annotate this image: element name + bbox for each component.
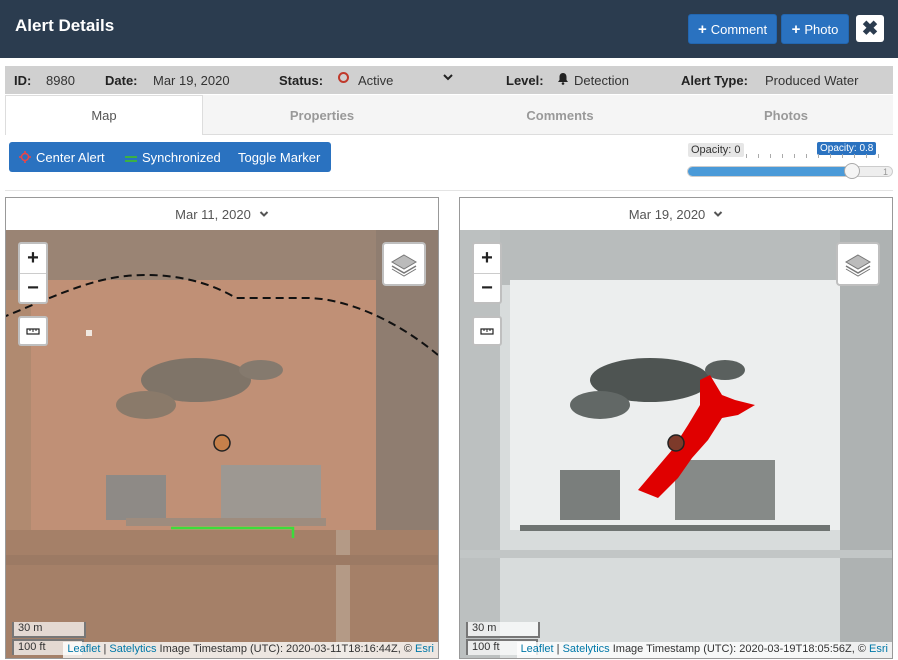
- zoom-out-button[interactable]: −: [20, 273, 46, 302]
- close-button[interactable]: ✖: [856, 15, 884, 42]
- divider: [5, 190, 893, 191]
- status-dropdown-chevron-icon[interactable]: [442, 71, 454, 86]
- map-attribution: Leaflet | Satelytics Image Timestamp (UT…: [516, 642, 892, 658]
- map-toolbar: Center Alert Synchronized Toggle Marker: [9, 142, 331, 172]
- image-timestamp: Image Timestamp (UTC): 2020-03-11T18:16:…: [159, 643, 412, 655]
- crosshair-icon: [19, 151, 31, 166]
- esri-link[interactable]: Esri: [869, 643, 888, 655]
- date-label: Date:: [105, 73, 138, 88]
- plus-icon: +: [697, 20, 707, 38]
- level-label: Level:: [506, 73, 544, 88]
- right-zoom-control: + −: [472, 242, 502, 304]
- image-timestamp: Image Timestamp (UTC): 2020-03-19T18:05:…: [612, 643, 866, 655]
- esri-link[interactable]: Esri: [415, 643, 434, 655]
- chevron-down-icon: [259, 211, 269, 217]
- map-attribution: Leaflet | Satelytics Image Timestamp (UT…: [63, 642, 438, 658]
- left-zoom-control: + −: [18, 242, 48, 304]
- right-date-selector[interactable]: Mar 19, 2020: [460, 198, 892, 230]
- leaflet-link[interactable]: Leaflet: [67, 643, 100, 655]
- right-map-panel: Mar 19, 2020 + − 30 m 100 ft Leaflet | S…: [459, 197, 893, 659]
- opacity-handle[interactable]: [844, 163, 860, 179]
- sync-icon: [124, 152, 138, 167]
- scale-meters: 30 m: [466, 622, 540, 638]
- satellite-image-after: [460, 230, 892, 658]
- opacity-max-label: 1: [883, 167, 889, 177]
- tab-comments[interactable]: Comments: [441, 95, 679, 135]
- tab-photos[interactable]: Photos: [679, 95, 893, 135]
- ruler-icon: [26, 328, 40, 335]
- header-bar: Alert Details + Comment + Photo ✖: [0, 0, 898, 58]
- zoom-in-button[interactable]: +: [20, 244, 46, 273]
- zoom-out-button[interactable]: −: [474, 273, 500, 302]
- measure-button[interactable]: [18, 316, 48, 346]
- tab-properties[interactable]: Properties: [203, 95, 441, 135]
- page-title: Alert Details: [15, 16, 115, 35]
- left-date-selector[interactable]: Mar 11, 2020: [6, 198, 438, 230]
- right-map-date: Mar 19, 2020: [628, 206, 706, 222]
- layers-icon: [845, 254, 871, 277]
- status-circle-icon: [338, 72, 349, 83]
- right-map[interactable]: + − 30 m 100 ft Leaflet | Satelytics Ima…: [460, 230, 892, 658]
- left-map[interactable]: + − 30 m 100 ft Leaflet | Satelytics Ima…: [6, 230, 438, 658]
- plus-icon: +: [791, 20, 801, 38]
- layers-icon: [391, 254, 417, 277]
- level-value: Detection: [574, 73, 629, 88]
- alert-info-bar: ID: 8980 Date: Mar 19, 2020 Status: Acti…: [5, 66, 893, 94]
- bell-icon: [557, 72, 569, 88]
- opacity-ticks: [746, 154, 881, 158]
- opacity-track[interactable]: [687, 166, 893, 177]
- synchronized-toggle[interactable]: Synchronized: [142, 150, 221, 165]
- scale-meters: 30 m: [12, 622, 86, 638]
- status-label: Status:: [279, 73, 324, 88]
- layers-button[interactable]: [836, 242, 880, 286]
- alert-id: 8980: [46, 73, 75, 88]
- opacity-min-label: Opacity: 0: [688, 143, 744, 157]
- chevron-down-icon: [714, 211, 723, 217]
- tab-map[interactable]: Map: [5, 95, 203, 135]
- layers-button[interactable]: [382, 242, 426, 286]
- measure-button[interactable]: [472, 316, 502, 346]
- zoom-in-button[interactable]: +: [474, 244, 500, 273]
- tab-bar: Map Properties Comments Photos: [5, 95, 893, 135]
- add-photo-button[interactable]: + Photo: [781, 14, 849, 44]
- left-map-date: Mar 11, 2020: [175, 206, 251, 222]
- add-comment-button[interactable]: + Comment: [688, 14, 777, 44]
- close-icon: ✖: [861, 18, 879, 40]
- alert-date: Mar 19, 2020: [153, 73, 230, 88]
- ruler-icon: [480, 328, 494, 335]
- status-value[interactable]: Active: [358, 73, 393, 88]
- alert-type-value: Produced Water: [765, 73, 859, 88]
- satelytics-link[interactable]: Satelytics: [563, 643, 610, 655]
- leaflet-link[interactable]: Leaflet: [521, 643, 554, 655]
- id-label: ID:: [14, 73, 32, 88]
- satellite-image-before: [6, 230, 438, 658]
- opacity-slider[interactable]: Opacity: 0 Opacity: 0.8 1: [686, 140, 894, 182]
- satelytics-link[interactable]: Satelytics: [109, 643, 156, 655]
- alert-type-label: Alert Type:: [681, 73, 748, 88]
- toggle-marker-button[interactable]: Toggle Marker: [238, 150, 320, 165]
- opacity-fill: [688, 167, 853, 176]
- left-map-panel: Mar 11, 2020 + − 30 m 100 ft Leaflet | S…: [5, 197, 439, 659]
- center-alert-button[interactable]: Center Alert: [36, 150, 105, 165]
